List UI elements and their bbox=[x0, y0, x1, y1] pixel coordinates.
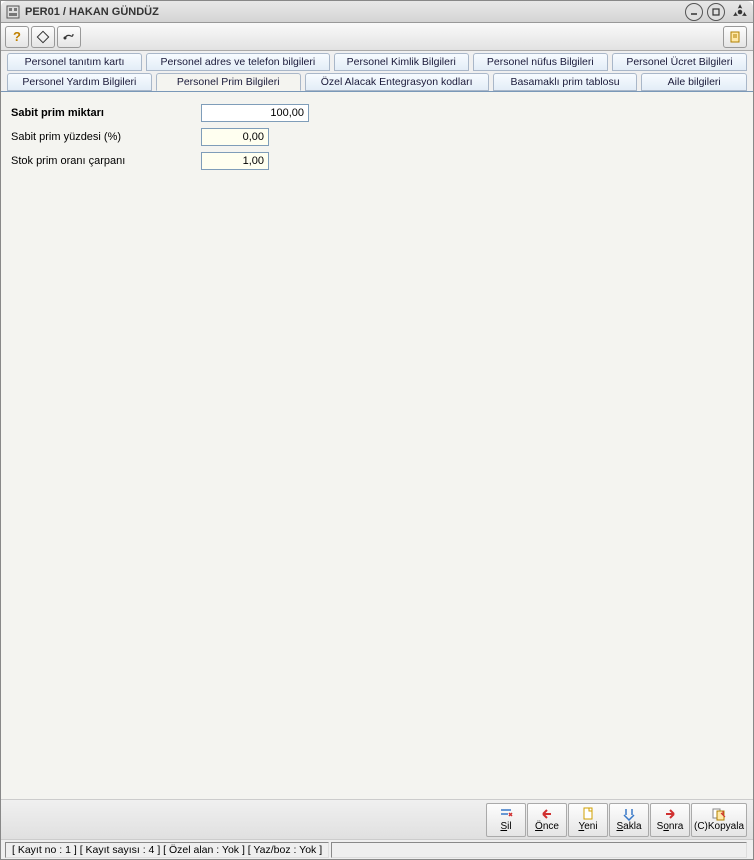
app-icon bbox=[5, 4, 21, 20]
new-doc-icon bbox=[580, 807, 596, 821]
tab-aile[interactable]: Aile bilgileri bbox=[641, 73, 747, 91]
content-area: Sabit prim miktarı Sabit prim yüzdesi (%… bbox=[1, 92, 753, 799]
label-sabit-prim-yuzdesi: Sabit prim yüzdesi (%) bbox=[11, 131, 201, 143]
arrow-right-icon bbox=[662, 807, 678, 821]
previous-button[interactable]: Önce bbox=[527, 803, 567, 837]
toolbar: ? bbox=[1, 23, 753, 51]
tab-yardim[interactable]: Personel Yardım Bilgileri bbox=[7, 73, 152, 91]
row-sabit-prim-yuzdesi: Sabit prim yüzdesi (%) bbox=[11, 128, 743, 146]
statusbar: [ Kayıt no : 1 ] [ Kayıt sayısı : 4 ] [ … bbox=[1, 839, 753, 859]
save-label: Sakla bbox=[616, 822, 641, 832]
new-label: Yeni bbox=[578, 822, 597, 832]
input-sabit-prim-yuzdesi[interactable] bbox=[201, 128, 269, 146]
row-stok-prim-orani: Stok prim oranı çarpanı bbox=[11, 152, 743, 170]
save-button[interactable]: Sakla bbox=[609, 803, 649, 837]
new-button[interactable]: Yeni bbox=[568, 803, 608, 837]
window-controls bbox=[685, 3, 749, 21]
copy-label: (C)Kopyala bbox=[694, 822, 744, 832]
tab-ucret[interactable]: Personel Ücret Bilgileri bbox=[612, 53, 747, 71]
tab-tanitim[interactable]: Personel tanıtım kartı bbox=[7, 53, 142, 71]
help-icon: ? bbox=[13, 29, 21, 44]
tool-icon bbox=[62, 30, 76, 44]
tab-row-2: Personel Yardım Bilgileri Personel Prim … bbox=[1, 71, 753, 92]
input-sabit-prim-miktari[interactable] bbox=[201, 104, 309, 122]
tool-button-3[interactable] bbox=[57, 26, 81, 48]
save-icon bbox=[621, 807, 637, 821]
delete-button[interactable]: Sil bbox=[486, 803, 526, 837]
tab-nufus[interactable]: Personel nüfus Bilgileri bbox=[473, 53, 608, 71]
input-stok-prim-orani[interactable] bbox=[201, 152, 269, 170]
delete-label: Sil bbox=[500, 822, 511, 832]
window: PER01 / HAKAN GÜNDÜZ ? Personel bbox=[0, 0, 754, 860]
label-stok-prim-orani: Stok prim oranı çarpanı bbox=[11, 155, 201, 167]
status-spacer bbox=[331, 842, 747, 858]
arrow-left-icon bbox=[539, 807, 555, 821]
help-button[interactable]: ? bbox=[5, 26, 29, 48]
next-label: Sonra bbox=[657, 822, 684, 832]
tab-ozel-alacak[interactable]: Özel Alacak Entegrasyon kodları bbox=[305, 73, 489, 91]
minimize-button[interactable] bbox=[685, 3, 703, 21]
tab-kimlik[interactable]: Personel Kimlik Bilgileri bbox=[334, 53, 469, 71]
close-icon[interactable] bbox=[731, 3, 749, 21]
titlebar: PER01 / HAKAN GÜNDÜZ bbox=[1, 1, 753, 23]
label-sabit-prim-miktari: Sabit prim miktarı bbox=[11, 107, 201, 119]
tab-basamakli[interactable]: Basamaklı prim tablosu bbox=[493, 73, 638, 91]
copy-button[interactable]: (C)Kopyala bbox=[691, 803, 747, 837]
maximize-button[interactable] bbox=[707, 3, 725, 21]
window-title: PER01 / HAKAN GÜNDÜZ bbox=[25, 6, 685, 18]
diamond-icon bbox=[36, 30, 50, 44]
row-sabit-prim-miktari: Sabit prim miktarı bbox=[11, 104, 743, 122]
document-icon bbox=[728, 30, 742, 44]
document-button[interactable] bbox=[723, 26, 747, 48]
previous-label: Önce bbox=[535, 822, 559, 832]
tab-prim[interactable]: Personel Prim Bilgileri bbox=[156, 73, 301, 91]
next-button[interactable]: Sonra bbox=[650, 803, 690, 837]
tab-adres[interactable]: Personel adres ve telefon bilgileri bbox=[146, 53, 330, 71]
delete-icon bbox=[498, 807, 514, 821]
status-text: [ Kayıt no : 1 ] [ Kayıt sayısı : 4 ] [ … bbox=[5, 842, 329, 858]
action-bar: Sil Önce Yeni Sakla Sonra bbox=[1, 799, 753, 839]
tool-button-2[interactable] bbox=[31, 26, 55, 48]
copy-icon bbox=[711, 807, 727, 821]
tab-row-1: Personel tanıtım kartı Personel adres ve… bbox=[1, 51, 753, 71]
